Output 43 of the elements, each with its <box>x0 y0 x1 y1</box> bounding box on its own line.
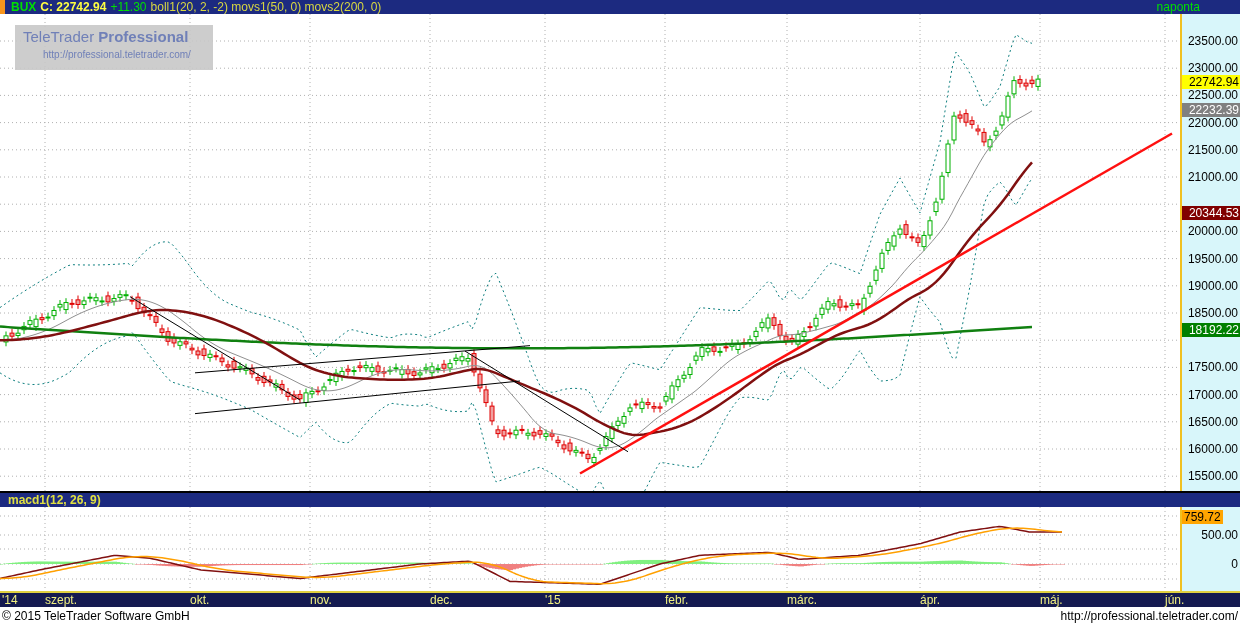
date-label: jún. <box>1165 593 1185 607</box>
price-tick-label: 20000.00 <box>1187 225 1238 238</box>
date-label: márc. <box>787 593 817 607</box>
price-tick-label: 17500.00 <box>1187 361 1238 374</box>
date-label: '15 <box>545 593 561 607</box>
price-change: +11.30 <box>110 1 147 13</box>
indicator-list: boll1(20, 2, -2) movs1(50, 0) movs2(200, 0) <box>150 1 382 13</box>
macd-tick-label: 0 <box>1231 558 1238 570</box>
price-tick-label: 22500.00 <box>1187 89 1238 102</box>
price-tick-label: 22000.00 <box>1187 116 1238 129</box>
date-label: dec. <box>430 593 453 607</box>
footer-url[interactable]: http://professional.teletrader.com/ <box>1060 607 1238 625</box>
price-tick-label: 15500.00 <box>1187 470 1238 483</box>
price-tick-label: 18500.00 <box>1187 307 1238 319</box>
price-tick-label: 19500.00 <box>1187 252 1238 265</box>
logo-title: TeleTrader Professional <box>23 27 189 47</box>
price-tick-label: 19000.00 <box>1187 279 1238 292</box>
date-label: febr. <box>665 593 689 607</box>
date-label: ápr. <box>920 593 940 607</box>
date-label: '14 <box>2 593 18 607</box>
price-badge: 20344.53 <box>1182 205 1240 220</box>
date-label: okt. <box>190 593 210 607</box>
price-badge: 18192.22 <box>1182 322 1240 337</box>
price-tick-label: 16500.00 <box>1187 415 1238 428</box>
price-tick-label: 23000.00 <box>1187 62 1238 75</box>
date-label: máj. <box>1040 593 1063 607</box>
price-tick-label: 21500.00 <box>1187 143 1238 156</box>
price-badge: 22232.39 <box>1182 102 1240 117</box>
price-tick-label: 23500.00 <box>1187 35 1238 47</box>
copyright-text: © 2015 TeleTrader Software GmbH <box>2 608 190 625</box>
price-tick-label: 21000.00 <box>1187 171 1238 183</box>
interval-label: naponta <box>1156 1 1200 13</box>
logo-url: http://professional.teletrader.com/ <box>42 48 192 62</box>
macd-label: macd1(12, 26, 9) <box>8 494 101 506</box>
date-label: szept. <box>45 593 77 607</box>
date-label: nov. <box>310 593 332 607</box>
price-badge: 22742.94 <box>1182 75 1240 90</box>
price-tick-label: 16000.00 <box>1187 443 1238 455</box>
macd-tick-label: 500.00 <box>1201 529 1238 541</box>
close-price: C: 22742.94 <box>40 1 107 13</box>
price-tick-label: 17000.00 <box>1187 388 1238 401</box>
symbol-label: BUX <box>11 1 37 13</box>
macd-badge: 759.72 <box>1182 510 1223 524</box>
